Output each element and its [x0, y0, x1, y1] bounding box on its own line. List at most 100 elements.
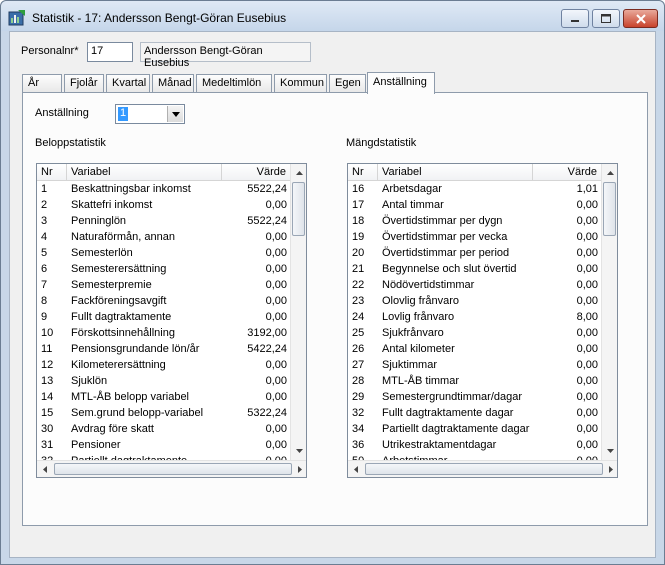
- column-header-nr[interactable]: Nr: [37, 164, 67, 181]
- scroll-down-button[interactable]: [291, 443, 306, 459]
- tab-kvartal[interactable]: Kvartal: [106, 74, 150, 93]
- list-item[interactable]: 8 Fackföreningsavgift 0,00: [37, 294, 291, 310]
- list-item[interactable]: 2 Skattefri inkomst 0,00: [37, 198, 291, 214]
- scroll-up-button[interactable]: [291, 165, 306, 181]
- cell-variabel: Semesterlön: [71, 247, 133, 259]
- cell-varde: 0,00: [576, 439, 598, 451]
- list-item[interactable]: 31 Pensioner 0,00: [37, 438, 291, 454]
- cell-nr: 30: [41, 423, 54, 435]
- list-rows: 1 Beskattningsbar inkomst 5522,24 2 Skattefr…: [37, 182, 291, 460]
- maximize-button[interactable]: [592, 9, 620, 28]
- chevron-left-icon: [354, 465, 358, 473]
- list-item[interactable]: 23 Olovlig frånvaro 0,00: [348, 294, 602, 310]
- column-header-varde[interactable]: Värde: [533, 164, 602, 181]
- list-item[interactable]: 25 Sjukfrånvaro 0,00: [348, 326, 602, 342]
- scroll-down-button[interactable]: [602, 443, 617, 459]
- cell-variabel: Penninglön: [71, 215, 127, 227]
- list-item[interactable]: 4 Naturaförmån, annan 0,00: [37, 230, 291, 246]
- cell-varde: 0,00: [265, 231, 287, 243]
- list-item[interactable]: 26 Antal kilometer 0,00: [348, 342, 602, 358]
- column-header-variabel[interactable]: Variabel: [67, 164, 222, 181]
- list-item[interactable]: 3 Penninglön 5522,24: [37, 214, 291, 230]
- list-item[interactable]: 7 Semesterpremie 0,00: [37, 278, 291, 294]
- list-item[interactable]: 17 Antal timmar 0,00: [348, 198, 602, 214]
- list-item[interactable]: 30 Avdrag före skatt 0,00: [37, 422, 291, 438]
- scroll-left-button[interactable]: [37, 461, 53, 477]
- list-item[interactable]: 19 Övertidstimmar per vecka 0,00: [348, 230, 602, 246]
- scroll-thumb[interactable]: [603, 182, 616, 236]
- list-item[interactable]: 6 Semesterersättning 0,00: [37, 262, 291, 278]
- cell-nr: 26: [352, 343, 365, 355]
- list-item[interactable]: 36 Utrikestraktamentdagar 0,00: [348, 438, 602, 454]
- personalnr-label: Personalnr*: [21, 45, 79, 57]
- list-item[interactable]: 27 Sjuktimmar 0,00: [348, 358, 602, 374]
- anstallning-select[interactable]: 1: [115, 104, 185, 124]
- scroll-thumb[interactable]: [54, 463, 292, 475]
- horizontal-scrollbar[interactable]: [37, 460, 306, 477]
- list-item[interactable]: 28 MTL-ÅB timmar 0,00: [348, 374, 602, 390]
- list-item[interactable]: 34 Partiellt dagtraktamente dagar 0,00: [348, 422, 602, 438]
- list-item[interactable]: 18 Övertidstimmar per dygn 0,00: [348, 214, 602, 230]
- list-item[interactable]: 12 Kilometerersättning 0,00: [37, 358, 291, 374]
- list-item[interactable]: 9 Fullt dagtraktamente 0,00: [37, 310, 291, 326]
- app-icon: [8, 10, 25, 26]
- chevron-left-icon: [43, 465, 47, 473]
- chevron-down-icon: [171, 111, 180, 117]
- scroll-up-button[interactable]: [602, 165, 617, 181]
- cell-variabel: Övertidstimmar per vecka: [382, 231, 508, 243]
- list-item[interactable]: 16 Arbetsdagar 1,01: [348, 182, 602, 198]
- list-item[interactable]: 24 Lovlig frånvaro 8,00: [348, 310, 602, 326]
- cell-variabel: Lovlig frånvaro: [382, 311, 455, 323]
- cell-varde: 5422,24: [247, 343, 287, 355]
- list-item[interactable]: 10 Förskottsinnehållning 3192,00: [37, 326, 291, 342]
- scroll-thumb[interactable]: [365, 463, 603, 475]
- cell-nr: 27: [352, 359, 365, 371]
- scroll-right-button[interactable]: [292, 461, 306, 477]
- list-item[interactable]: 21 Begynnelse och slut övertid 0,00: [348, 262, 602, 278]
- tab-ar[interactable]: År: [22, 74, 62, 93]
- list-item[interactable]: 14 MTL-ÅB belopp variabel 0,00: [37, 390, 291, 406]
- list-item[interactable]: 1 Beskattningsbar inkomst 5522,24: [37, 182, 291, 198]
- scroll-thumb[interactable]: [292, 182, 305, 236]
- tab-anstallning[interactable]: Anställning: [367, 72, 435, 94]
- column-header-varde[interactable]: Värde: [222, 164, 291, 181]
- tab-medeltimlon[interactable]: Medeltimlön: [196, 74, 272, 93]
- list-item[interactable]: 15 Sem.grund belopp-variabel 5322,24: [37, 406, 291, 422]
- list-item[interactable]: 29 Semestergrundtimmar/dagar 0,00: [348, 390, 602, 406]
- cell-nr: 4: [41, 231, 48, 243]
- dropdown-button[interactable]: [167, 106, 183, 122]
- cell-varde: 3192,00: [247, 327, 287, 339]
- list-item[interactable]: 22 Nödövertidstimmar 0,00: [348, 278, 602, 294]
- anstallning-panel: Anställning 1 Beloppstatistik Mängdstati…: [22, 92, 648, 526]
- cell-nr: 19: [352, 231, 365, 243]
- list-item[interactable]: 11 Pensionsgrundande lön/år 5422,24: [37, 342, 291, 358]
- list-item[interactable]: 5 Semesterlön 0,00: [37, 246, 291, 262]
- minimize-button[interactable]: [561, 9, 589, 28]
- close-button[interactable]: [623, 9, 658, 28]
- beloppstatistik-list[interactable]: Nr Variabel Värde 1 Beskattningsbar inkom…: [36, 163, 307, 478]
- tab-manad[interactable]: Månad: [152, 74, 194, 93]
- column-header-variabel[interactable]: Variabel: [378, 164, 533, 181]
- list-item[interactable]: 13 Sjuklön 0,00: [37, 374, 291, 390]
- cell-varde: 0,00: [576, 199, 598, 211]
- tab-kommun[interactable]: Kommun: [274, 74, 327, 93]
- mangdstatistik-list[interactable]: Nr Variabel Värde 16 Arbetsdagar 1,01 17 Ant…: [347, 163, 618, 478]
- tab-fjolar[interactable]: Fjolår: [64, 74, 104, 93]
- list-item[interactable]: 32 Fullt dagtraktamente dagar 0,00: [348, 406, 602, 422]
- cell-variabel: Sjuklön: [71, 375, 108, 387]
- title-bar[interactable]: Statistik - 17: Andersson Bengt-Göran Eu…: [1, 1, 664, 31]
- cell-variabel: Förskottsinnehållning: [71, 327, 175, 339]
- cell-nr: 10: [41, 327, 54, 339]
- list-item[interactable]: 20 Övertidstimmar per period 0,00: [348, 246, 602, 262]
- scroll-left-button[interactable]: [348, 461, 364, 477]
- personalnr-field[interactable]: 17: [87, 42, 133, 62]
- tab-egen[interactable]: Egen: [329, 74, 366, 93]
- horizontal-scrollbar[interactable]: [348, 460, 617, 477]
- scroll-right-button[interactable]: [603, 461, 617, 477]
- cell-variabel: Avdrag före skatt: [71, 423, 154, 435]
- vertical-scrollbar[interactable]: [290, 164, 306, 460]
- cell-varde: 0,00: [576, 359, 598, 371]
- vertical-scrollbar[interactable]: [601, 164, 617, 460]
- cell-variabel: Olovlig frånvaro: [382, 295, 460, 307]
- column-header-nr[interactable]: Nr: [348, 164, 378, 181]
